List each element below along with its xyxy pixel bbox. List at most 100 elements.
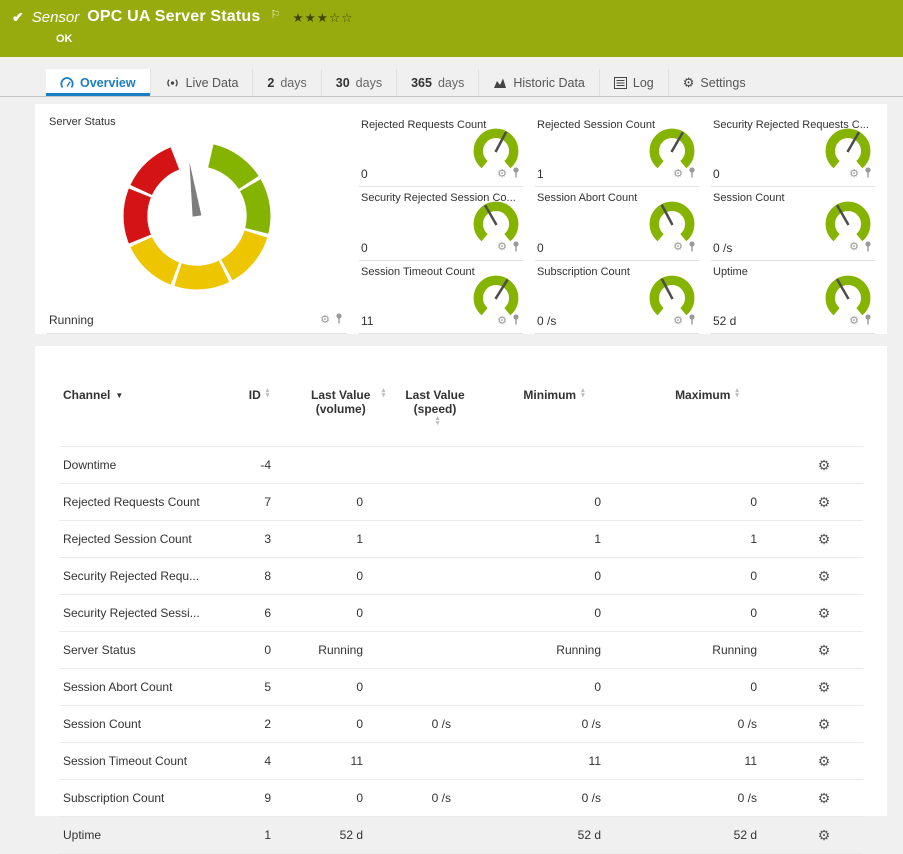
gauge-value: 0 <box>361 241 368 255</box>
channel-settings-icon[interactable]: ⚙ <box>818 642 831 658</box>
gauge-value: 0 <box>361 167 368 181</box>
column-header-id[interactable]: ID ▴▾ <box>219 384 299 447</box>
last-value-volume: 1 <box>299 521 391 558</box>
channel-id: 7 <box>219 484 299 521</box>
channel-name: Rejected Requests Count <box>59 484 219 521</box>
gauge-value: 0 /s <box>537 314 556 328</box>
pin-icon[interactable] <box>512 239 520 257</box>
channel-name: Session Count <box>59 706 219 743</box>
last-value-volume: 0 <box>299 484 391 521</box>
last-value-speed: 0 /s <box>391 780 479 817</box>
gauge-card: Session Abort Count 0 ⚙ <box>535 187 699 260</box>
last-value-speed: 0 /s <box>391 706 479 743</box>
tab-live-data[interactable]: Live Data <box>150 69 253 96</box>
flag-icon[interactable]: ⚐ <box>271 8 281 21</box>
channel-settings-icon[interactable]: ⚙ <box>818 716 831 732</box>
gear-icon[interactable]: ⚙ <box>497 242 507 253</box>
minimum-value: 1 <box>479 521 629 558</box>
gear-icon[interactable]: ⚙ <box>849 316 859 327</box>
last-value-volume: 52 d <box>299 817 391 854</box>
sort-icon[interactable]: ▴▾ <box>436 416 440 426</box>
last-value-speed <box>391 595 479 632</box>
gear-icon[interactable]: ⚙ <box>673 169 683 180</box>
maximum-value: 0 <box>629 484 785 521</box>
gear-icon[interactable]: ⚙ <box>673 242 683 253</box>
maximum-value: 52 d <box>629 817 785 854</box>
channel-settings-icon[interactable]: ⚙ <box>818 679 831 695</box>
priority-stars[interactable]: ★★★☆☆ <box>292 10 353 25</box>
server-status-cell: Server Status Running ⚙ <box>47 114 347 334</box>
table-row: Rejected Session Count 3 1 1 1 ⚙ <box>59 521 863 558</box>
sort-icon[interactable]: ▴▾ <box>581 388 585 398</box>
column-header-maximum[interactable]: Maximum▴▾ <box>629 384 785 447</box>
stars-filled: ★★★ <box>292 11 329 25</box>
gear-icon[interactable]: ⚙ <box>849 242 859 253</box>
channel-settings-icon[interactable]: ⚙ <box>818 605 831 621</box>
channel-settings-icon[interactable]: ⚙ <box>818 568 831 584</box>
channel-settings-icon[interactable]: ⚙ <box>818 753 831 769</box>
column-header-last-volume[interactable]: Last Value (volume)▴▾ <box>299 384 391 447</box>
last-value-speed <box>391 558 479 595</box>
sort-icon[interactable]: ▴▾ <box>382 388 386 398</box>
table-row: Session Timeout Count 4 11 11 11 ⚙ <box>59 743 863 780</box>
minimum-value: 11 <box>479 743 629 780</box>
table-row: Session Abort Count 5 0 0 0 ⚙ <box>59 669 863 706</box>
pin-icon[interactable] <box>864 239 872 257</box>
pin-icon[interactable] <box>335 311 343 329</box>
pin-icon[interactable] <box>688 239 696 257</box>
pin-icon[interactable] <box>864 312 872 330</box>
channel-settings-icon[interactable]: ⚙ <box>818 531 831 547</box>
pin-icon[interactable] <box>688 165 696 183</box>
pin-icon[interactable] <box>864 165 872 183</box>
minimum-value: 0 <box>479 484 629 521</box>
channel-name: Session Abort Count <box>59 669 219 706</box>
channel-id: 8 <box>219 558 299 595</box>
last-value-speed <box>391 447 479 484</box>
server-status-gauge <box>109 128 285 304</box>
channel-settings-icon[interactable]: ⚙ <box>818 457 831 473</box>
column-header-last-speed[interactable]: Last Value (speed)▴▾ <box>391 384 479 447</box>
column-header-minimum[interactable]: Minimum▴▾ <box>479 384 629 447</box>
gear-icon[interactable]: ⚙ <box>320 315 330 326</box>
gauges-panel: Server Status Running ⚙ Rejected Re <box>35 104 887 334</box>
tab-365-days[interactable]: 365 days <box>396 69 478 96</box>
channel-settings-icon[interactable]: ⚙ <box>818 827 831 843</box>
pin-icon[interactable] <box>512 165 520 183</box>
gauge-card: Security Rejected Session Co... 0 ⚙ <box>359 187 523 260</box>
sort-icon[interactable]: ▴▾ <box>735 388 739 398</box>
gauge-value: 0 <box>713 167 720 181</box>
caret-down-icon: ▼ <box>115 391 123 400</box>
channel-settings-icon[interactable]: ⚙ <box>818 790 831 806</box>
gear-icon[interactable]: ⚙ <box>497 169 507 180</box>
minimum-value: 0 <box>479 595 629 632</box>
tab-overview[interactable]: Overview <box>46 69 150 96</box>
gauge-value: 52 d <box>713 314 736 328</box>
channel-name: Server Status <box>59 632 219 669</box>
sort-icon[interactable]: ▴▾ <box>266 388 270 398</box>
minimum-value: 0 <box>479 558 629 595</box>
tab-settings[interactable]: ⚙ Settings <box>668 69 760 96</box>
tab-label: Overview <box>80 76 136 90</box>
channel-name: Session Timeout Count <box>59 743 219 780</box>
channel-settings-icon[interactable]: ⚙ <box>818 494 831 510</box>
pin-icon[interactable] <box>688 312 696 330</box>
gear-icon[interactable]: ⚙ <box>673 316 683 327</box>
gauge-value: 0 /s <box>713 241 732 255</box>
tab-2-days[interactable]: 2 days <box>252 69 320 96</box>
gear-icon[interactable]: ⚙ <box>497 316 507 327</box>
last-value-volume: 0 <box>299 780 391 817</box>
tab-label: days <box>356 76 382 90</box>
gear-icon[interactable]: ⚙ <box>849 169 859 180</box>
column-header-channel[interactable]: Channel ▼ <box>59 384 219 447</box>
tab-30-days[interactable]: 30 days <box>321 69 396 96</box>
table-row: Security Rejected Sessi... 6 0 0 0 ⚙ <box>59 595 863 632</box>
column-label: Channel <box>63 388 110 402</box>
column-label: ID <box>249 388 261 402</box>
tab-historic-data[interactable]: Historic Data <box>478 69 599 96</box>
sensor-header: ✔ Sensor OPC UA Server Status ⚐ ★★★☆☆ OK <box>0 0 903 57</box>
gauge-value: Running <box>49 313 94 327</box>
column-label: Last Value (speed) <box>399 388 471 416</box>
tab-log[interactable]: Log <box>599 69 668 96</box>
pin-icon[interactable] <box>512 312 520 330</box>
gauge-card: Security Rejected Requests C... 0 ⚙ <box>711 114 875 187</box>
